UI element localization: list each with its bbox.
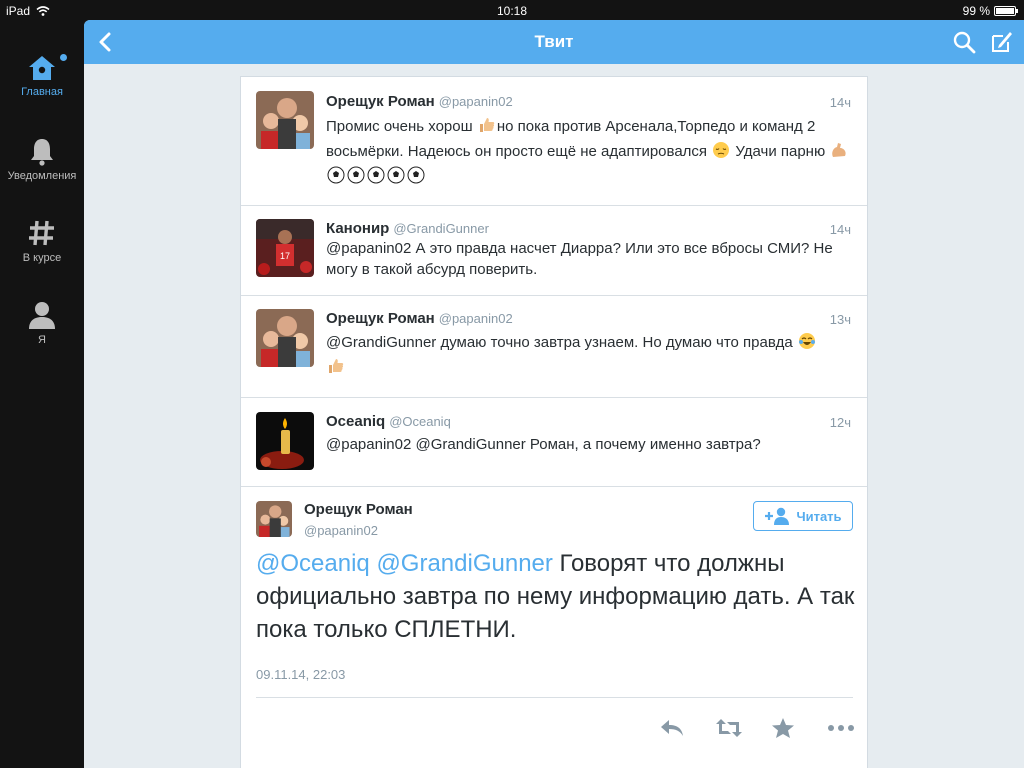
mention-link[interactable]: @Oceaniq — [256, 550, 370, 577]
author-handle: @papanin02 — [438, 94, 513, 109]
sidebar-item-label: В курсе — [22, 252, 62, 264]
soccer-ball-emoji-icon — [327, 166, 345, 184]
thumbs-up-emoji-icon — [479, 118, 495, 132]
author-name: Орещук Роман — [326, 93, 435, 110]
soccer-ball-emoji-icon — [347, 166, 365, 184]
person-icon — [29, 302, 55, 329]
unread-dot — [60, 54, 67, 61]
tweet-author[interactable]: Канонир @GrandiGunner — [326, 220, 489, 237]
tweet-item[interactable]: Орещук Роман @papanin02 13ч @GrandiGunner… — [241, 296, 867, 398]
tweet-time: 13ч — [829, 312, 851, 327]
sidebar: Главная Уведомления В курсе Я — [0, 20, 84, 768]
author-handle[interactable]: @papanin02 — [304, 523, 378, 538]
bell-icon — [31, 139, 53, 166]
tweet-author[interactable]: Орещук Роман @papanin02 — [326, 310, 513, 327]
search-icon[interactable] — [952, 30, 976, 54]
conversation-timeline: Орещук Роман @papanin02 14ч Промис очень … — [240, 76, 868, 768]
follow-button[interactable]: Читать — [753, 501, 853, 531]
pensive-face-emoji-icon — [713, 142, 730, 158]
battery-icon — [994, 6, 1018, 16]
avatar[interactable] — [256, 501, 292, 537]
author-handle: @GrandiGunner — [393, 221, 489, 236]
avatar[interactable] — [256, 91, 314, 149]
soccer-ball-emoji-icon — [367, 166, 385, 184]
avatar[interactable]: 17 — [256, 219, 314, 277]
more-icon[interactable] — [827, 717, 854, 739]
sidebar-item-me[interactable]: Я — [0, 300, 84, 346]
tweet-item[interactable]: 17 Канонир @GrandiGunner 14ч @papanin02 А… — [241, 206, 867, 296]
author-handle: @papanin02 — [438, 311, 513, 326]
clock: 10:18 — [496, 4, 528, 18]
tweet-text: Промис очень хорош но пока против Арсена… — [326, 114, 856, 189]
divider — [256, 697, 853, 698]
tweet-item[interactable]: Oceaniq @Oceaniq 12ч @papanin02 @GrandiGu… — [241, 398, 867, 487]
page-title: Твит — [534, 32, 574, 51]
sidebar-item-label: Я — [38, 334, 46, 346]
avatar[interactable] — [256, 309, 314, 367]
focused-tweet-text: @Oceaniq @GrandiGunner Говорят что должн… — [256, 550, 855, 643]
reply-icon[interactable] — [659, 717, 685, 739]
sidebar-item-discover[interactable]: В курсе — [0, 218, 84, 264]
tweet-text: @papanin02 @GrandiGunner Роман, а почему… — [326, 436, 761, 453]
tweet-item[interactable]: Орещук Роман @papanin02 14ч Промис очень … — [241, 77, 867, 206]
tweet-actions — [659, 717, 854, 739]
sidebar-item-home[interactable]: Главная — [0, 54, 84, 98]
tweet-timestamp: 09.11.14, 22:03 — [256, 667, 346, 682]
status-bar: iPad 10:18 99 % — [0, 0, 1024, 20]
hashtag-icon — [29, 220, 54, 246]
tweet-text: @papanin02 А это правда насчет Диарра? И… — [326, 240, 833, 278]
avatar[interactable] — [256, 412, 314, 470]
sidebar-item-label: Главная — [21, 86, 63, 98]
tears-of-joy-emoji-icon — [798, 333, 815, 349]
add-user-icon — [765, 507, 790, 525]
soccer-ball-emoji-icon — [407, 166, 425, 184]
home-icon — [29, 56, 55, 80]
soccer-ball-emoji-icon — [387, 166, 405, 184]
tweet-time: 14ч — [829, 95, 851, 110]
focused-tweet: Орещук Роман @papanin02 Читать @Oceaniq … — [241, 487, 867, 768]
flexed-biceps-emoji-icon — [832, 143, 847, 157]
tweet-time: 14ч — [829, 222, 851, 237]
thumbs-up-emoji-icon — [329, 359, 344, 373]
author-name[interactable]: Орещук Роман — [304, 501, 413, 518]
tweet-time: 12ч — [829, 415, 851, 430]
compose-icon[interactable] — [990, 30, 1014, 54]
favorite-icon[interactable] — [771, 717, 797, 739]
author-name: Орещук Роман — [326, 310, 435, 327]
author-name: Канонир — [326, 220, 390, 237]
battery-percent: 99 % — [962, 4, 990, 18]
mention-link[interactable]: @GrandiGunner — [376, 550, 552, 577]
author-handle: @Oceaniq — [389, 414, 451, 429]
retweet-icon[interactable] — [715, 717, 742, 739]
sidebar-item-notifications[interactable]: Уведомления — [0, 136, 84, 182]
svg-text:17: 17 — [280, 251, 290, 261]
follow-label: Читать — [796, 508, 842, 524]
tweet-author[interactable]: Орещук Роман @papanin02 — [326, 93, 513, 110]
navigation-bar: Твит — [84, 20, 1024, 64]
tweet-text: @GrandiGunner думаю точно завтра узнаем.… — [326, 330, 856, 380]
author-name: Oceaniq — [326, 413, 386, 430]
tweet-author[interactable]: Oceaniq @Oceaniq — [326, 413, 451, 430]
sidebar-item-label: Уведомления — [7, 170, 77, 182]
main-panel: Твит Орещук Роман @papanin02 14ч Промис … — [84, 20, 1024, 768]
